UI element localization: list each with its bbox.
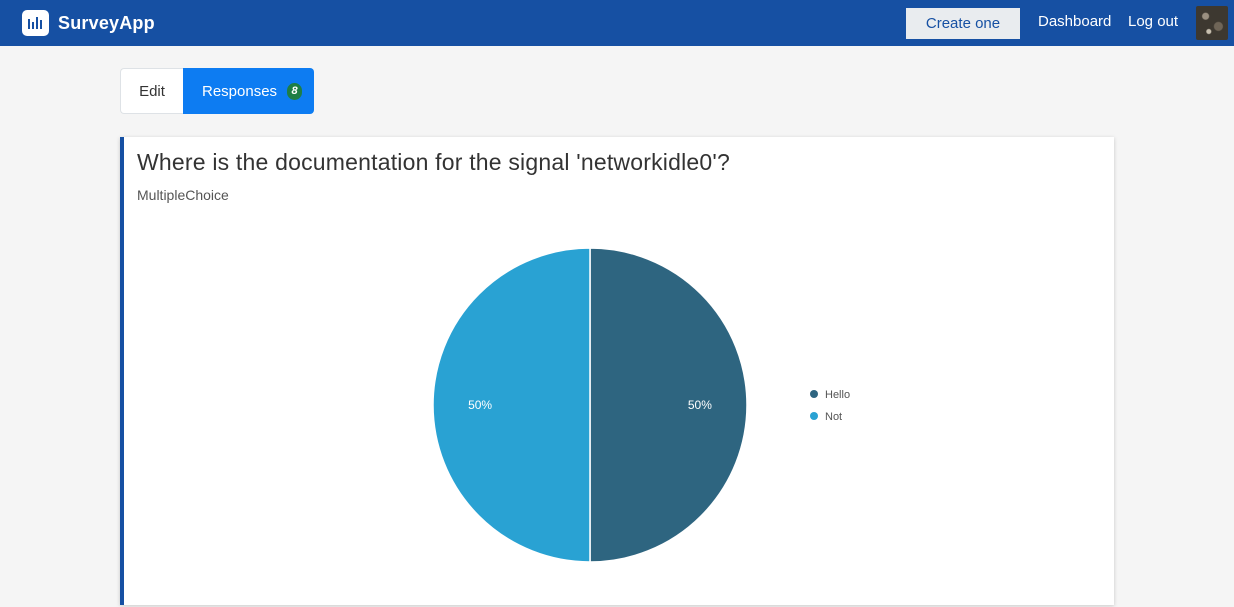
legend-label-not[interactable]: Not bbox=[825, 411, 842, 423]
responses-pie-chart: 50% 50% Hello Not bbox=[432, 247, 850, 563]
brand[interactable]: SurveyApp bbox=[22, 9, 155, 37]
top-navbar: SurveyApp Create one Dashboard Log out bbox=[0, 0, 1234, 46]
survey-tabs: Edit Responses 8 bbox=[120, 68, 314, 114]
bar-chart-logo-icon bbox=[22, 10, 49, 36]
dashboard-link[interactable]: Dashboard bbox=[1038, 13, 1111, 30]
pie-slice-not[interactable] bbox=[432, 247, 591, 563]
tab-edit[interactable]: Edit bbox=[120, 68, 183, 114]
user-avatar[interactable] bbox=[1196, 6, 1228, 40]
tab-responses[interactable]: Responses 8 bbox=[183, 68, 314, 114]
legend-marker-hello bbox=[810, 390, 818, 398]
pie-slice-label-not: 50% bbox=[468, 398, 492, 412]
legend-label-hello[interactable]: Hello bbox=[825, 389, 850, 401]
pie-slice-hello[interactable] bbox=[589, 247, 748, 563]
responses-count-badge: 8 bbox=[287, 82, 303, 100]
brand-name: SurveyApp bbox=[58, 12, 155, 33]
create-survey-button[interactable]: Create one bbox=[906, 8, 1020, 39]
question-card: Where is the documentation for the signa… bbox=[120, 137, 1114, 605]
pie-slice-label-hello: 50% bbox=[688, 398, 712, 412]
tab-edit-label: Edit bbox=[139, 82, 165, 100]
legend-marker-not bbox=[810, 412, 818, 420]
tab-responses-label: Responses bbox=[202, 82, 278, 100]
logout-link[interactable]: Log out bbox=[1128, 13, 1178, 30]
